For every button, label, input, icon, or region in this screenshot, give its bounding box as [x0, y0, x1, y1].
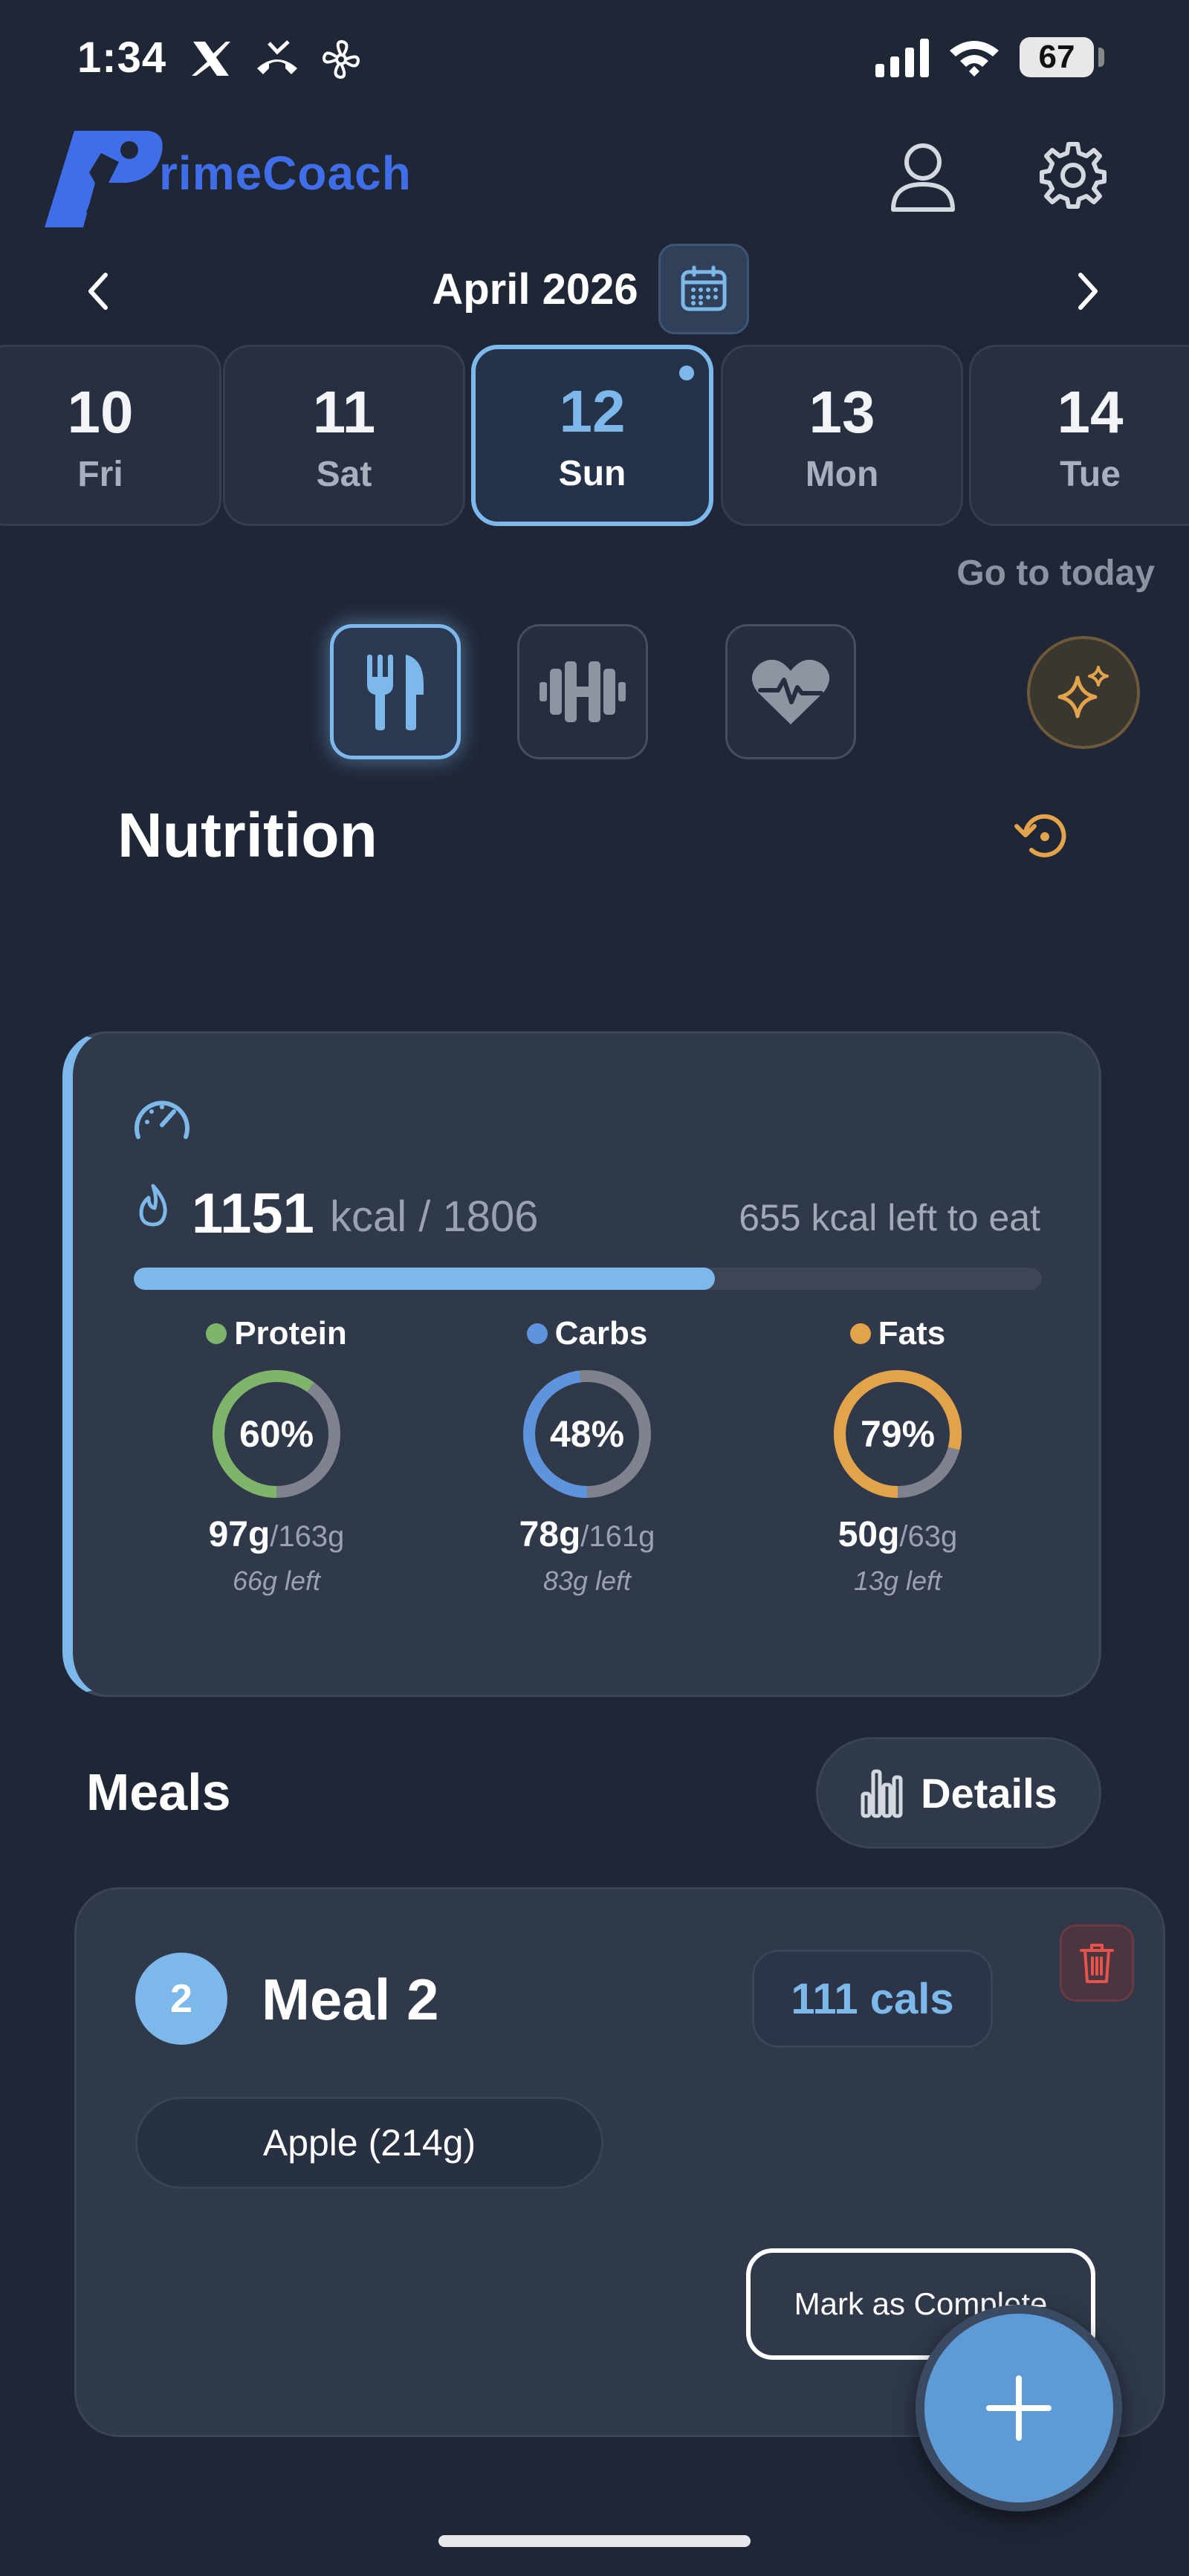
dumbbell-icon	[540, 661, 626, 722]
day-indicator-dot	[679, 366, 694, 380]
fats-dot	[849, 1323, 871, 1344]
macro-remaining: 83g left	[542, 1566, 632, 1596]
meal-calories-badge: 111 cals	[752, 1950, 993, 2048]
macro-percent: 60%	[239, 1413, 314, 1455]
trash-icon	[1080, 1944, 1114, 1983]
macro-remaining: 66g left	[232, 1566, 321, 1596]
x-logo-icon	[190, 40, 232, 77]
details-button[interactable]: Details	[816, 1737, 1101, 1849]
next-month-button[interactable]	[1073, 270, 1103, 312]
kcal-goal: kcal / 1806	[330, 1193, 539, 1241]
tab-workout[interactable]	[517, 624, 648, 759]
gear-icon	[1040, 142, 1107, 209]
protein-dot	[206, 1323, 227, 1344]
meal-title: Meal 2	[262, 1967, 439, 2032]
plus-icon	[986, 2375, 1052, 2441]
carbs-dot	[526, 1323, 548, 1344]
battery-tip	[1098, 48, 1104, 67]
person-icon	[891, 143, 955, 212]
macro-carbs: Carbs 48% 78g/161g 83g left	[476, 1315, 699, 1597]
ai-assistant-button[interactable]	[1027, 636, 1140, 749]
macro-percent: 48%	[549, 1413, 625, 1455]
tab-health[interactable]	[725, 624, 856, 759]
day-number: 14	[1057, 379, 1124, 445]
macro-fats: Fats 79% 50g/63g 13g left	[786, 1315, 1009, 1597]
profile-button[interactable]	[889, 141, 957, 212]
day-cell[interactable]: 14 Tue	[969, 345, 1189, 526]
fan-icon	[320, 39, 363, 80]
macro-goal: /63g	[899, 1520, 958, 1553]
day-weekday: Sun	[558, 454, 626, 493]
macro-name: Protein	[234, 1315, 347, 1352]
macro-name: Carbs	[554, 1315, 648, 1352]
missed-call-icon	[253, 40, 302, 77]
heart-pulse-icon	[751, 659, 830, 724]
day-number: 10	[67, 379, 134, 445]
macro-protein: Protein 60% 97g/163g 66g left	[165, 1315, 388, 1597]
calendar-picker-button[interactable]	[658, 244, 749, 334]
brand-name: rimeCoach	[159, 146, 412, 200]
prev-month-button[interactable]	[83, 270, 113, 312]
kcal-remaining: 655 kcal left to eat	[739, 1197, 1040, 1239]
signal-icon	[874, 39, 932, 77]
go-to-today-link[interactable]: Go to today	[956, 553, 1155, 594]
speedometer-icon	[132, 1095, 192, 1143]
day-weekday: Fri	[77, 455, 123, 494]
flame-icon	[135, 1183, 171, 1227]
status-time: 1:34	[77, 33, 167, 82]
macro-amount: 97g	[208, 1515, 270, 1554]
tab-nutrition[interactable]	[330, 624, 461, 759]
macro-name: Fats	[878, 1315, 946, 1352]
wifi-icon	[947, 37, 1002, 77]
day-cell[interactable]: 11 Sat	[223, 345, 465, 526]
day-cell-selected[interactable]: 12 Sun	[471, 345, 713, 526]
macro-goal: /161g	[580, 1520, 655, 1553]
macro-amount: 50g	[838, 1515, 900, 1554]
macro-remaining: 13g left	[853, 1566, 942, 1596]
day-number: 13	[809, 379, 875, 445]
fork-knife-icon	[367, 655, 424, 730]
section-title: Nutrition	[117, 800, 378, 870]
history-icon	[1014, 814, 1066, 857]
calorie-progress-bar	[134, 1268, 1042, 1290]
battery-icon: 67	[1020, 37, 1094, 77]
chevron-left-icon	[88, 273, 108, 310]
food-item-chip[interactable]: Apple (214g)	[135, 2097, 603, 2189]
month-title: April 2026	[432, 265, 638, 314]
reset-history-button[interactable]	[1014, 810, 1072, 862]
day-number: 11	[312, 379, 376, 445]
calorie-progress-fill	[134, 1268, 716, 1290]
settings-button[interactable]	[1037, 140, 1109, 211]
day-cell[interactable]: 13 Mon	[721, 345, 963, 526]
calendar-icon	[681, 265, 727, 311]
sparkles-icon	[1057, 666, 1109, 718]
macro-goal: /163g	[270, 1520, 345, 1553]
day-number: 12	[559, 378, 626, 444]
meals-title: Meals	[86, 1763, 231, 1821]
chevron-right-icon	[1078, 273, 1098, 310]
bar-chart-icon	[861, 1769, 903, 1818]
day-weekday: Sat	[316, 455, 372, 494]
home-indicator[interactable]	[438, 2535, 751, 2547]
details-label: Details	[921, 1769, 1057, 1817]
day-weekday: Mon	[805, 455, 879, 494]
day-cell[interactable]: 10 Fri	[0, 345, 221, 526]
delete-meal-button[interactable]	[1060, 1924, 1134, 2002]
macro-percent: 79%	[860, 1413, 936, 1455]
meal-number-badge: 2	[135, 1953, 227, 2045]
add-meal-button[interactable]	[916, 2305, 1122, 2511]
macro-amount: 78g	[519, 1515, 581, 1554]
brand-logo-icon	[37, 123, 163, 235]
day-weekday: Tue	[1060, 455, 1121, 494]
kcal-eaten: 1151	[192, 1182, 314, 1245]
